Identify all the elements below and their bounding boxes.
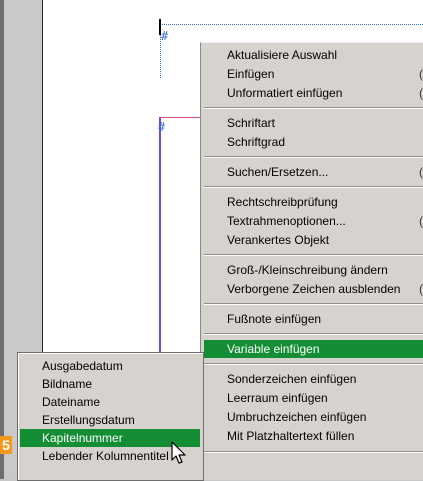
menu-item-sonderzeichen-einfuegen[interactable]: Sonderzeichen einfügen bbox=[204, 370, 423, 388]
step-badge: 5 bbox=[0, 436, 12, 454]
submenu-item-dateiname[interactable]: Dateiname bbox=[20, 393, 200, 411]
menu-item-verborgene-zeichen[interactable]: Verborgene Zeichen ausblenden( bbox=[204, 280, 423, 298]
menu-item-aktualisiere-auswahl[interactable]: Aktualisiere Auswahl bbox=[204, 46, 423, 64]
menu-item-einfuegen[interactable]: Einfügen( bbox=[204, 65, 423, 83]
menu-separator bbox=[204, 303, 423, 305]
menu-item-leerraum-einfuegen[interactable]: Leerraum einfügen bbox=[204, 389, 423, 407]
frame-hash-icon: # bbox=[158, 120, 166, 134]
menu-item-rechtschreibpruefung[interactable]: Rechtschreibprüfung bbox=[204, 193, 423, 211]
menu-item-unformatiert-einfuegen[interactable]: Unformatiert einfügen( bbox=[204, 84, 423, 102]
shortcut-text: ( bbox=[419, 86, 423, 100]
menu-separator bbox=[204, 451, 423, 453]
shortcut-text: ( bbox=[419, 214, 423, 228]
mouse-pointer-icon bbox=[171, 441, 186, 464]
menu-separator bbox=[204, 156, 423, 158]
menu-item-schriftgrad[interactable]: Schriftgrad bbox=[204, 133, 423, 151]
shortcut-text: ( bbox=[419, 67, 423, 81]
menu-separator bbox=[204, 107, 423, 109]
menu-item-verankertes-objekt[interactable]: Verankertes Objekt bbox=[204, 231, 423, 249]
menu-separator bbox=[204, 254, 423, 256]
menu-separator bbox=[204, 333, 423, 335]
text-frame-second[interactable] bbox=[159, 117, 161, 367]
menu-item-platzhaltertext[interactable]: Mit Platzhaltertext füllen bbox=[204, 427, 423, 445]
shortcut-text: ( bbox=[419, 165, 423, 179]
menu-item-textrahmenoptionen[interactable]: Textrahmenoptionen...( bbox=[204, 212, 423, 230]
menu-item-gross-kleinschreibung[interactable]: Groß-/Kleinschreibung ändern bbox=[204, 261, 423, 279]
submenu-item-bildname[interactable]: Bildname bbox=[20, 375, 200, 393]
frame-hash-icon: # bbox=[161, 29, 169, 43]
menu-item-schriftart[interactable]: Schriftart bbox=[204, 114, 423, 132]
menu-item-variable-einfuegen[interactable]: Variable einfügen bbox=[204, 340, 423, 358]
submenu-item-erstellungsdatum[interactable]: Erstellungsdatum bbox=[20, 411, 200, 429]
shortcut-text: ( bbox=[419, 282, 423, 296]
menu-separator bbox=[204, 186, 423, 188]
menu-item-suchen-ersetzen[interactable]: Suchen/Ersetzen...( bbox=[204, 163, 423, 181]
menu-item-umbruchzeichen-einfuegen[interactable]: Umbruchzeichen einfügen bbox=[204, 408, 423, 426]
context-menu: Aktualisiere Auswahl Einfügen( Unformati… bbox=[200, 42, 423, 480]
menu-item-fussnote-einfuegen[interactable]: Fußnote einfügen bbox=[204, 310, 423, 328]
submenu-item-ausgabedatum[interactable]: Ausgabedatum bbox=[20, 357, 200, 375]
menu-separator bbox=[204, 363, 423, 365]
